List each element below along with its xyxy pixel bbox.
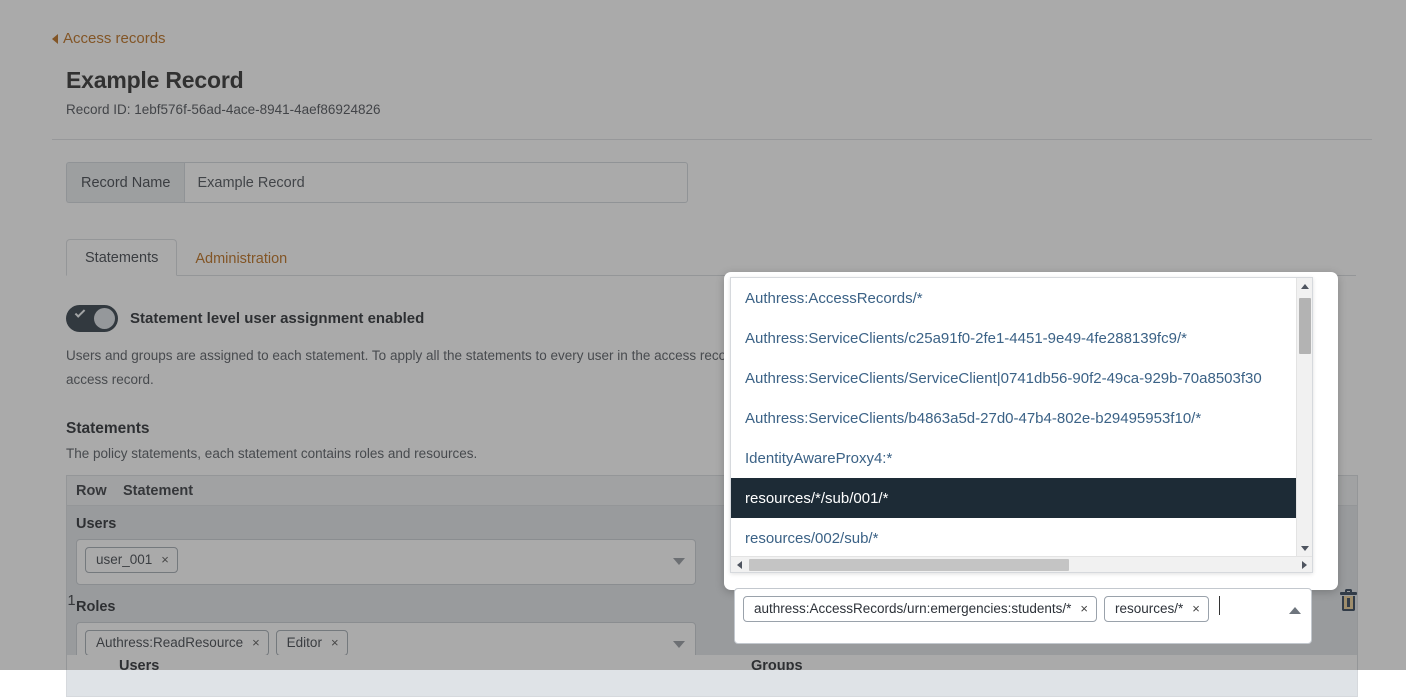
page-title: Example Record xyxy=(66,67,1372,94)
record-id-text: Record ID: 1ebf576f-56ad-4ace-8941-4aef8… xyxy=(66,102,1372,117)
scroll-left-button[interactable] xyxy=(731,557,747,573)
toggle-label: Statement level user assignment enabled xyxy=(130,310,424,327)
tab-bar: Statements Administration xyxy=(66,235,1356,276)
chip-label: user_001 xyxy=(96,552,152,568)
resources-multiselect[interactable]: authress:AccessRecords/urn:emergencies:s… xyxy=(734,588,1312,644)
chevron-up-icon[interactable] xyxy=(1289,607,1301,614)
chip-role[interactable]: Editor × xyxy=(276,630,348,656)
chip-remove-icon[interactable]: × xyxy=(1080,601,1088,617)
scroll-up-button[interactable] xyxy=(1297,278,1313,294)
tab-statements[interactable]: Statements xyxy=(66,239,177,276)
trash-lid xyxy=(1340,592,1357,595)
chip-resource[interactable]: authress:AccessRecords/urn:emergencies:s… xyxy=(743,596,1097,622)
scroll-right-button[interactable] xyxy=(1296,557,1312,573)
chevron-down-icon[interactable] xyxy=(673,641,685,648)
chip-label: Editor xyxy=(287,635,322,651)
vertical-scrollbar-thumb[interactable] xyxy=(1299,298,1311,354)
next-table-row-peek: Users Groups xyxy=(66,655,1358,670)
scroll-down-button[interactable] xyxy=(1297,540,1313,556)
caret-left-icon xyxy=(52,34,58,44)
next-row-groups-label: Groups xyxy=(751,658,803,670)
trash-can xyxy=(1342,596,1355,611)
breadcrumb-label: Access records xyxy=(63,30,166,47)
chip-user[interactable]: user_001 × xyxy=(85,547,178,573)
triangle-down-icon xyxy=(1301,546,1309,551)
chip-role[interactable]: Authress:ReadResource × xyxy=(85,630,269,656)
chip-remove-icon[interactable]: × xyxy=(331,635,339,651)
header-divider xyxy=(52,139,1372,140)
page-header: Example Record Record ID: 1ebf576f-56ad-… xyxy=(52,67,1372,117)
triangle-right-icon xyxy=(1302,561,1307,569)
chip-resource[interactable]: resources/* × xyxy=(1104,596,1209,622)
record-name-input[interactable] xyxy=(184,162,688,203)
chip-remove-icon[interactable]: × xyxy=(161,552,169,568)
chip-remove-icon[interactable]: × xyxy=(1192,601,1200,617)
triangle-left-icon xyxy=(737,561,742,569)
dropdown-option[interactable]: resources/002/sub/* xyxy=(731,518,1296,556)
trash-icon[interactable] xyxy=(1340,592,1357,611)
dropdown-vertical-scrollbar[interactable] xyxy=(1296,278,1312,556)
chip-label: Authress:ReadResource xyxy=(96,635,243,651)
toggle-knob xyxy=(94,308,115,329)
tab-administration[interactable]: Administration xyxy=(177,241,305,276)
dropdown-option[interactable]: Authress:ServiceClients/b4863a5d-27d0-47… xyxy=(731,398,1296,438)
dropdown-option[interactable]: Authress:ServiceClients/ServiceClient|07… xyxy=(731,358,1296,398)
chip-label: resources/* xyxy=(1115,601,1183,617)
check-icon xyxy=(75,307,86,318)
text-cursor xyxy=(1219,596,1220,615)
users-multiselect[interactable]: user_001 × xyxy=(76,539,696,585)
column-header-row: Row xyxy=(67,483,119,499)
triangle-up-icon xyxy=(1301,284,1309,289)
chip-label: authress:AccessRecords/urn:emergencies:s… xyxy=(754,601,1071,617)
chevron-down-icon[interactable] xyxy=(673,558,685,565)
dropdown-option-highlighted[interactable]: resources/*/sub/001/* xyxy=(731,478,1296,518)
horizontal-scrollbar-thumb[interactable] xyxy=(749,559,1069,571)
dropdown-option-list: Authress:AccessRecords/* Authress:Servic… xyxy=(731,278,1296,556)
breadcrumb[interactable]: Access records xyxy=(52,30,1372,47)
dropdown-horizontal-scrollbar[interactable] xyxy=(731,556,1312,572)
resources-dropdown[interactable]: Authress:AccessRecords/* Authress:Servic… xyxy=(730,277,1313,573)
record-name-field-row: Record Name xyxy=(66,162,688,203)
record-name-label: Record Name xyxy=(66,162,184,203)
dropdown-option[interactable]: Authress:ServiceClients/c25a91f0-2fe1-44… xyxy=(731,318,1296,358)
chip-remove-icon[interactable]: × xyxy=(252,635,260,651)
next-row-users-label: Users xyxy=(119,658,159,670)
roles-label: Roles xyxy=(76,599,696,615)
statement-level-toggle[interactable] xyxy=(66,305,118,332)
dropdown-option[interactable]: Authress:AccessRecords/* xyxy=(731,278,1296,318)
dropdown-option[interactable]: IdentityAwareProxy4:* xyxy=(731,438,1296,478)
users-label: Users xyxy=(76,516,696,532)
